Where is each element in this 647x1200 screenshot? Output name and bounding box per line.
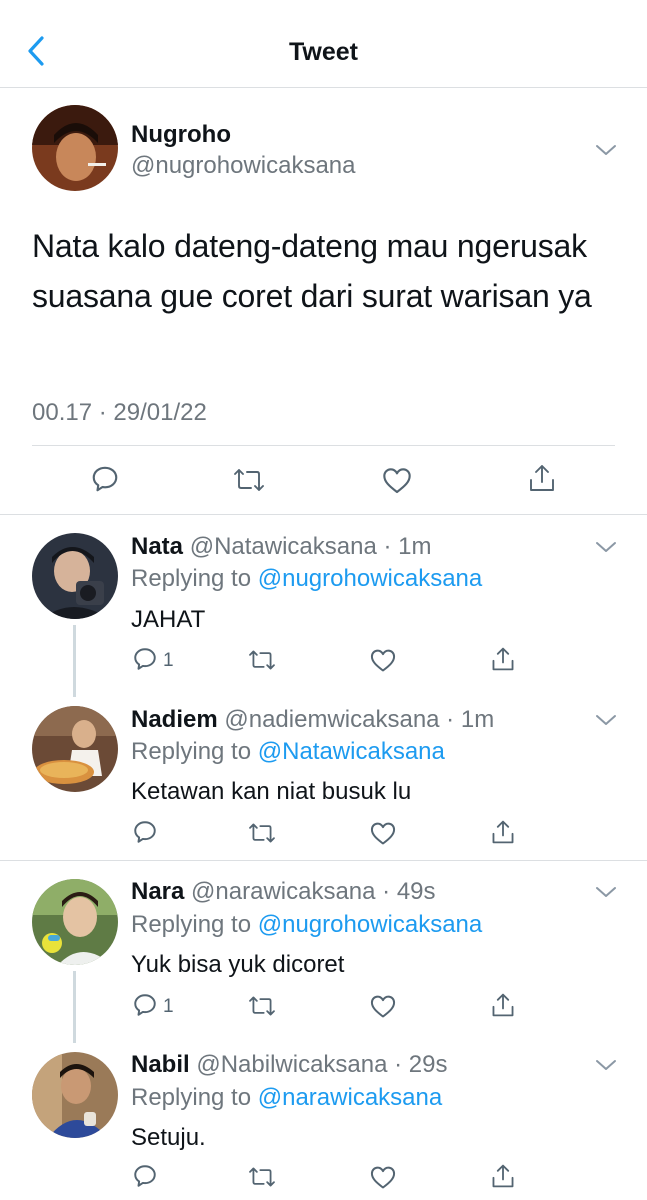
page-title: Tweet — [289, 38, 358, 66]
share-icon[interactable] — [490, 818, 516, 846]
retweet-icon[interactable] — [247, 648, 277, 672]
like-icon[interactable] — [369, 820, 397, 846]
user-handle[interactable]: @Nabilwicaksana — [196, 1051, 387, 1078]
display-name[interactable]: Nadiem — [131, 706, 218, 733]
like-icon[interactable] — [369, 647, 397, 673]
avatar[interactable] — [32, 1052, 118, 1138]
replying-to-label: Replying to — [131, 565, 258, 592]
replying-to: Replying to @Natawicaksana — [131, 738, 445, 766]
share-icon[interactable] — [490, 991, 516, 1019]
share-icon[interactable] — [490, 645, 516, 673]
share-icon[interactable] — [527, 462, 557, 494]
like-icon[interactable] — [369, 1164, 397, 1190]
replying-to-link[interactable]: @Natawicaksana — [258, 738, 445, 765]
reply-icon[interactable] — [132, 992, 158, 1018]
reply-tweet: Nara @narawicaksana · 49s Replying to @n… — [0, 861, 647, 1043]
divider — [32, 445, 615, 446]
reply-time: 1m — [398, 533, 432, 560]
reply-text: Ketawan kan niat busuk lu — [131, 778, 412, 805]
reply-count: 1 — [163, 650, 174, 671]
like-icon[interactable] — [381, 465, 413, 495]
replying-to: Replying to @narawicaksana — [131, 1084, 442, 1112]
replying-to-label: Replying to — [131, 1084, 258, 1111]
separator-dot: · — [439, 706, 461, 733]
chevron-down-icon[interactable] — [594, 142, 618, 158]
reply-icon[interactable] — [132, 819, 158, 845]
retweet-icon[interactable] — [232, 466, 266, 494]
reply-icon[interactable] — [132, 646, 158, 672]
avatar[interactable] — [32, 105, 118, 191]
retweet-icon[interactable] — [247, 994, 277, 1018]
user-handle[interactable]: @Natawicaksana — [190, 533, 377, 560]
reply-text: Yuk bisa yuk dicoret — [131, 951, 345, 978]
share-icon[interactable] — [490, 1162, 516, 1190]
chevron-down-icon[interactable] — [594, 539, 618, 555]
avatar[interactable] — [32, 879, 118, 965]
reply-header: Nata @Natawicaksana · 1m — [131, 533, 432, 561]
reply-tweet: Nata @Natawicaksana · 1m Replying to @nu… — [0, 515, 647, 697]
user-handle[interactable]: @nugrohowicaksana — [131, 152, 356, 180]
like-icon[interactable] — [369, 993, 397, 1019]
main-tweet: Nugroho @nugrohowicaksana Nata kalo date… — [0, 88, 647, 515]
replying-to: Replying to @nugrohowicaksana — [131, 565, 482, 593]
thread-line — [73, 625, 76, 697]
reply-text: JAHAT — [131, 606, 206, 633]
display-name[interactable]: Nugroho — [131, 121, 231, 149]
avatar[interactable] — [32, 706, 118, 792]
thread-line — [73, 971, 76, 1043]
replying-to-link[interactable]: @narawicaksana — [258, 1084, 442, 1111]
chevron-down-icon[interactable] — [594, 1057, 618, 1073]
reply-time: 29s — [408, 1051, 448, 1078]
tweet-text: Nata kalo dateng-dateng mau ngerusak sua… — [32, 228, 592, 314]
reply-tweet: Nadiem @nadiemwicaksana · 1m Replying to… — [0, 688, 647, 860]
replying-to-label: Replying to — [131, 738, 258, 765]
separator-dot: · — [376, 533, 399, 560]
reply-icon[interactable] — [90, 464, 120, 494]
replying-to-label: Replying to — [131, 911, 258, 938]
separator-dot: · — [387, 1051, 409, 1078]
user-handle[interactable]: @nadiemwicaksana — [224, 706, 439, 733]
avatar[interactable] — [32, 533, 118, 619]
chevron-down-icon[interactable] — [594, 884, 618, 900]
chevron-down-icon[interactable] — [594, 712, 618, 728]
top-bar: Tweet — [0, 0, 647, 88]
reply-tweet: Nabil @Nabilwicaksana · 29s Replying to … — [0, 1034, 647, 1200]
reply-time: 1m — [460, 706, 495, 733]
reply-count: 1 — [163, 996, 174, 1017]
display-name[interactable]: Nara — [131, 878, 184, 905]
reply-text: Setuju. — [131, 1124, 206, 1151]
reply-header: Nara @narawicaksana · 49s — [131, 878, 436, 906]
retweet-icon[interactable] — [247, 821, 277, 845]
replying-to: Replying to @nugrohowicaksana — [131, 911, 482, 939]
display-name[interactable]: Nabil — [131, 1051, 190, 1078]
user-handle[interactable]: @narawicaksana — [191, 878, 375, 905]
display-name[interactable]: Nata — [131, 533, 183, 560]
replying-to-link[interactable]: @nugrohowicaksana — [258, 911, 483, 938]
reply-icon[interactable] — [132, 1163, 158, 1189]
replying-to-link[interactable]: @nugrohowicaksana — [258, 565, 483, 592]
separator-dot: · — [375, 878, 397, 905]
reply-header: Nabil @Nabilwicaksana · 29s — [131, 1051, 448, 1079]
reply-time: 49s — [396, 878, 436, 905]
reply-header: Nadiem @nadiemwicaksana · 1m — [131, 706, 494, 734]
retweet-icon[interactable] — [247, 1165, 277, 1189]
tweet-timestamp[interactable]: 00.17 · 29/01/22 — [32, 399, 207, 427]
